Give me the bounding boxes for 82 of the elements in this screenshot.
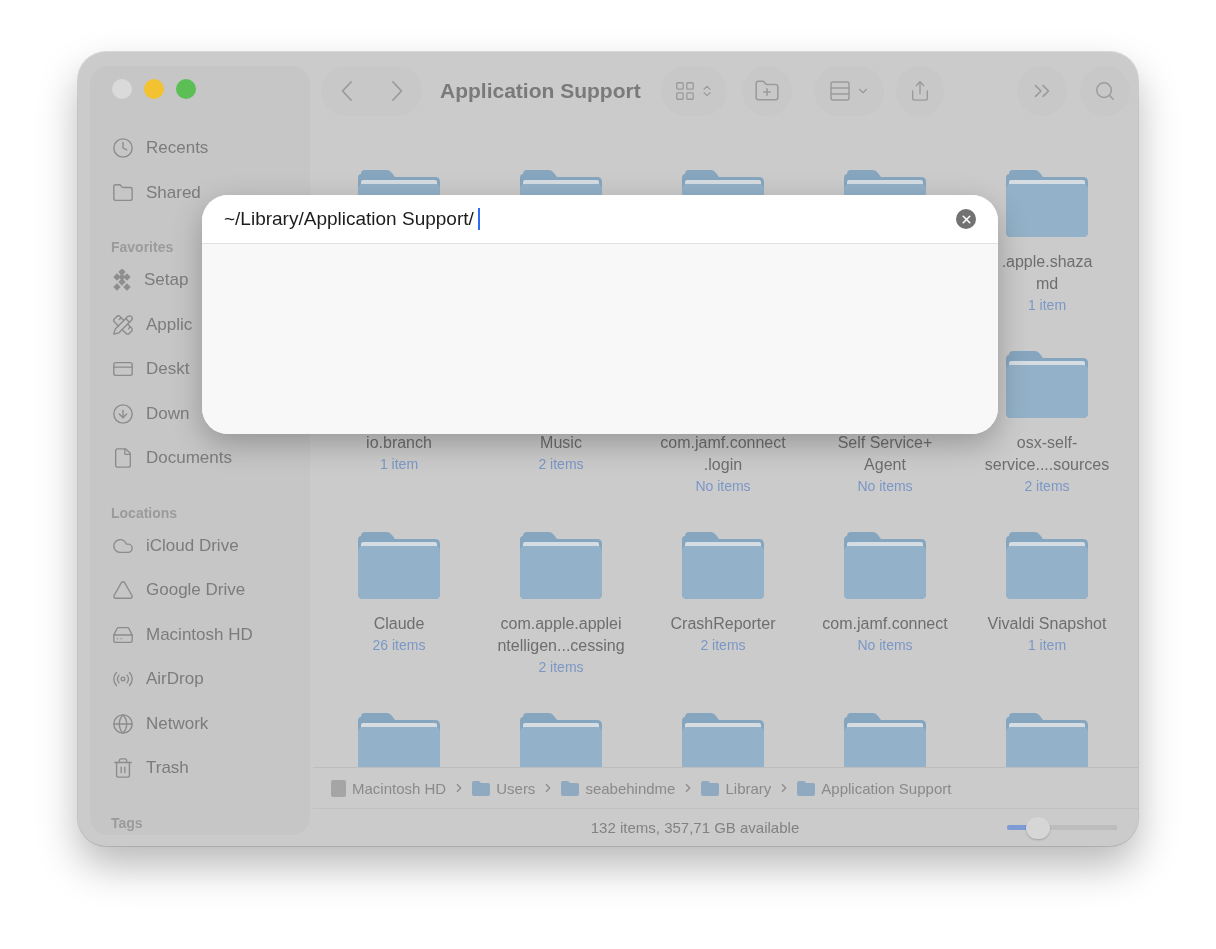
- sidebar-item[interactable]: Macintosh HD: [112, 612, 310, 657]
- folder-name: osx-self-: [1016, 433, 1078, 453]
- folder-name: Vivaldi Snapshot: [987, 614, 1107, 634]
- folder-icon: [843, 713, 927, 767]
- slider-thumb[interactable]: [1025, 816, 1050, 839]
- sidebar-item[interactable]: Network: [112, 701, 310, 746]
- sidebar-item[interactable]: Trash: [112, 746, 310, 791]
- folder-name: com.apple.applei: [500, 614, 622, 634]
- folder-icon: [681, 713, 765, 767]
- item-count: 1 item: [1027, 636, 1067, 655]
- sidebar-item[interactable]: Documents: [112, 436, 310, 481]
- download-icon: [112, 402, 134, 425]
- sidebar-item[interactable]: Deskt: [112, 347, 310, 392]
- shared-folder-icon: [112, 181, 134, 204]
- item-count: 2 items: [538, 658, 584, 677]
- sidebar-item[interactable]: iCloud Drive: [112, 523, 310, 568]
- item-count: 2 items: [538, 455, 584, 474]
- trash-icon: [112, 757, 134, 780]
- path-segment[interactable]: seabehindme: [561, 779, 676, 797]
- folder-name: .login: [703, 455, 743, 475]
- drive-icon: [331, 779, 346, 797]
- window-title: Application Support: [440, 79, 641, 103]
- folder-icon: [357, 532, 441, 600]
- folder-icon: [519, 713, 603, 767]
- folder-name: .apple.shaza: [1001, 252, 1093, 272]
- folder-name: md: [1035, 274, 1059, 294]
- sidebar-item[interactable]: Google Drive: [112, 568, 310, 613]
- folder-icon: [1005, 713, 1089, 767]
- sidebar-item[interactable]: Down: [112, 391, 310, 436]
- folder-icon: [843, 532, 927, 600]
- path-segment[interactable]: Library: [701, 779, 772, 797]
- triangle-icon: [112, 579, 134, 602]
- folder-icon: [357, 713, 441, 767]
- item-count: 1 item: [1027, 296, 1067, 315]
- folder-name: com.jamf.connect: [660, 433, 786, 453]
- item-count: 2 items: [1024, 477, 1070, 496]
- zoom-button[interactable]: [176, 79, 196, 99]
- folder-icon: [519, 532, 603, 600]
- clear-button[interactable]: [956, 209, 976, 229]
- item-count: 2 items: [700, 636, 746, 655]
- folder-name: ntelligen...cessing: [497, 636, 625, 656]
- folder-name: Music: [540, 433, 582, 453]
- folder-name: Self Service+: [837, 433, 933, 453]
- folder-name: io.branch: [366, 433, 432, 453]
- folder-name: Claude: [373, 614, 425, 634]
- sidebar-item[interactable]: Setap: [112, 258, 310, 303]
- folder-icon: [797, 780, 816, 796]
- folder-icon: [1005, 351, 1089, 419]
- item-count: No items: [857, 477, 913, 496]
- folder-name: com.jamf.connect: [822, 614, 948, 634]
- folder-name: CrashReporter: [670, 614, 776, 634]
- path-segment[interactable]: Macintosh HD: [331, 779, 447, 797]
- folder-icon: [561, 780, 580, 796]
- document-icon: [112, 447, 134, 470]
- folder-icon: [701, 780, 720, 796]
- folder-name: Agent: [864, 455, 906, 475]
- chevron-right-icon: [391, 81, 403, 101]
- search-icon: [1093, 80, 1116, 102]
- path-segment[interactable]: Users: [472, 779, 536, 797]
- chevron-left-icon: [340, 81, 352, 101]
- diamonds-icon: [112, 269, 132, 292]
- apps-icon: [112, 313, 134, 336]
- folder-icon: [472, 780, 491, 796]
- folder-icon: [1005, 170, 1089, 238]
- close-icon: [959, 212, 973, 226]
- clock-icon: [112, 137, 134, 160]
- item-count: No items: [857, 636, 913, 655]
- item-count: No items: [695, 477, 751, 496]
- grid-icon: [673, 80, 696, 102]
- globe-icon: [112, 712, 134, 735]
- path-segment[interactable]: Application Support: [797, 779, 952, 797]
- item-count: 1 item: [379, 455, 419, 474]
- item-count: 26 items: [372, 636, 426, 655]
- folder-name: service....sources: [984, 455, 1110, 475]
- sidebar-item[interactable]: Recents: [112, 126, 310, 171]
- folder-icon: [1005, 532, 1089, 600]
- minimize-button[interactable]: [144, 79, 164, 99]
- folder-icon: [681, 532, 765, 600]
- sidebar-item[interactable]: Applic: [112, 302, 310, 347]
- rows-icon: [827, 79, 852, 103]
- status-text: 132 items, 357,71 GB available: [589, 819, 801, 836]
- sidebar-item[interactable]: AirDrop: [112, 657, 310, 702]
